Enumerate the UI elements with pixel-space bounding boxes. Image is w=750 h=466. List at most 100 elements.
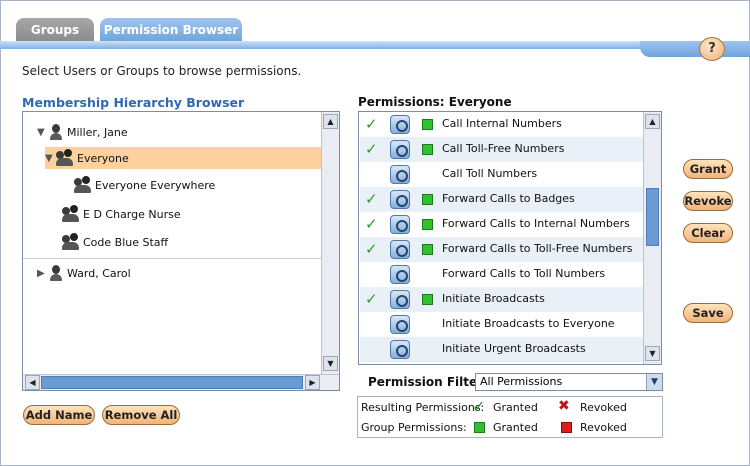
legend-resulting-label: Resulting Permissions:	[361, 401, 485, 414]
phone-icon	[390, 265, 410, 284]
granted-check-icon: ✓	[365, 190, 378, 208]
tree-item-ward-carol[interactable]: ▶ Ward, Carol	[37, 262, 131, 284]
grant-button[interactable]: Grant	[683, 159, 733, 179]
save-button[interactable]: Save	[683, 303, 733, 323]
permission-row[interactable]: Call Toll Numbers	[360, 162, 643, 187]
phone-icon	[390, 215, 410, 234]
granted-check-icon: ✓	[365, 140, 378, 158]
phone-icon	[390, 340, 410, 359]
membership-tree[interactable]: ▼ Miller, Jane ▼ Everyone Everyone Every…	[22, 111, 340, 391]
membership-title: Membership Hierarchy Browser	[22, 95, 245, 110]
remove-all-button[interactable]: Remove All	[102, 405, 180, 425]
user-icon	[47, 264, 65, 282]
group-icon	[73, 176, 93, 194]
permission-row[interactable]: ✓ Forward Calls to Badges	[360, 187, 643, 212]
scroll-up-icon[interactable]: ▲	[645, 114, 660, 129]
granted-check-icon: ✓	[365, 240, 378, 258]
permission-row[interactable]: ✓ Initiate Broadcasts	[360, 287, 643, 312]
permission-label: Call Toll Numbers	[442, 167, 538, 180]
tree-vertical-scrollbar[interactable]: ▲ ▼	[321, 112, 339, 374]
header-band-right	[640, 41, 750, 57]
permission-label: Forward Calls to Toll-Free Numbers	[442, 242, 633, 255]
permission-row[interactable]: ✓ Forward Calls to Toll-Free Numbers	[360, 237, 643, 262]
phone-icon	[390, 240, 410, 259]
group-icon	[55, 149, 75, 167]
permissions-list[interactable]: ✓ Call Internal Numbers ✓ Call Toll-Free…	[358, 111, 662, 365]
group-icon	[61, 205, 81, 223]
permission-row[interactable]: ✓ Call Internal Numbers	[360, 112, 643, 137]
scroll-down-icon[interactable]: ▼	[645, 346, 660, 361]
clear-button[interactable]: Clear	[683, 223, 733, 243]
permission-label: Call Internal Numbers	[442, 117, 562, 130]
granted-check-icon: ✓	[472, 397, 486, 416]
group-granted-icon	[422, 119, 433, 130]
group-granted-icon	[422, 194, 433, 205]
permission-label: Initiate Urgent Broadcasts	[442, 342, 586, 355]
instruction-text: Select Users or Groups to browse permiss…	[22, 64, 302, 78]
horizontal-scroll-thumb[interactable]	[41, 376, 303, 389]
add-name-button[interactable]: Add Name	[23, 405, 95, 425]
revoke-button[interactable]: Revoke	[683, 191, 733, 211]
tree-item-label: Miller, Jane	[67, 125, 128, 139]
granted-check-icon: ✓	[365, 290, 378, 308]
permission-row[interactable]: ✓ Call Toll-Free Numbers	[360, 137, 643, 162]
expanded-triangle-icon[interactable]: ▼	[45, 153, 55, 164]
expanded-triangle-icon[interactable]: ▼	[37, 127, 47, 138]
tab-permission-browser[interactable]: Permission Browser	[100, 18, 242, 42]
tree-item-everyone[interactable]: ▼ Everyone	[45, 147, 323, 169]
tree-item-label: Everyone	[77, 151, 129, 165]
permission-filter-label: Permission Filter	[368, 375, 484, 389]
phone-icon	[390, 190, 410, 209]
vertical-scroll-thumb[interactable]	[646, 188, 659, 246]
tree-divider	[23, 258, 321, 259]
group-icon	[61, 233, 81, 251]
legend-group-label: Group Permissions:	[361, 421, 467, 434]
tab-groups[interactable]: Groups	[16, 18, 94, 42]
group-revoked-icon	[561, 422, 572, 433]
permission-label: Initiate Broadcasts	[442, 292, 545, 305]
granted-check-icon: ✓	[365, 115, 378, 133]
tree-item-label: E D Charge Nurse	[83, 207, 181, 221]
permission-label: Call Toll-Free Numbers	[442, 142, 565, 155]
chevron-down-icon[interactable]: ▼	[646, 374, 662, 390]
permission-row[interactable]: Initiate Broadcasts to Everyone	[360, 312, 643, 337]
permissions-title: Permissions: Everyone	[358, 95, 512, 109]
tree-item-everyone-everywhere[interactable]: Everyone Everywhere	[73, 174, 215, 196]
revoked-x-icon: ✖	[558, 398, 570, 414]
permission-row[interactable]: Initiate Urgent Broadcasts	[360, 337, 643, 362]
collapsed-triangle-icon[interactable]: ▶	[37, 268, 47, 279]
permissions-vertical-scrollbar[interactable]: ▲ ▼	[643, 112, 661, 364]
tree-item-label: Ward, Carol	[67, 266, 131, 280]
tree-item-miller-jane[interactable]: ▼ Miller, Jane	[37, 121, 128, 143]
phone-icon	[390, 165, 410, 184]
scroll-down-icon[interactable]: ▼	[323, 356, 338, 371]
tree-item-code-blue-staff[interactable]: Code Blue Staff	[61, 231, 168, 253]
group-granted-icon	[422, 219, 433, 230]
help-button[interactable]: ?	[699, 37, 725, 61]
permission-filter-select[interactable]: All Permissions ▼	[475, 373, 663, 391]
legend-box: Resulting Permissions: ✓ Granted ✖ Revok…	[357, 396, 663, 438]
legend-granted-text: Granted	[493, 401, 538, 414]
tree-item-ed-charge-nurse[interactable]: E D Charge Nurse	[61, 203, 181, 225]
scroll-up-icon[interactable]: ▲	[323, 114, 338, 129]
permission-row[interactable]: ✓ Forward Calls to Internal Numbers	[360, 212, 643, 237]
legend-revoked-text: Revoked	[580, 401, 627, 414]
tree-item-label: Code Blue Staff	[83, 235, 169, 249]
permission-label: Initiate Broadcasts to Everyone	[442, 317, 615, 330]
scroll-left-icon[interactable]: ◀	[25, 375, 40, 390]
tree-item-label: Everyone Everywhere	[95, 178, 216, 192]
legend-group-revoked-text: Revoked	[580, 421, 627, 434]
permission-label: Forward Calls to Toll Numbers	[442, 267, 606, 280]
phone-icon	[390, 140, 410, 159]
phone-icon	[390, 290, 410, 309]
group-granted-icon	[422, 144, 433, 155]
group-granted-icon	[422, 244, 433, 255]
granted-check-icon: ✓	[365, 215, 378, 233]
group-granted-icon	[422, 294, 433, 305]
tree-horizontal-scrollbar[interactable]: ◀ ▶	[23, 374, 339, 390]
legend-group-granted-text: Granted	[493, 421, 538, 434]
scroll-right-icon[interactable]: ▶	[305, 375, 320, 390]
permission-label: Forward Calls to Internal Numbers	[442, 217, 630, 230]
permission-row[interactable]: Forward Calls to Toll Numbers	[360, 262, 643, 287]
header-band	[0, 41, 750, 49]
